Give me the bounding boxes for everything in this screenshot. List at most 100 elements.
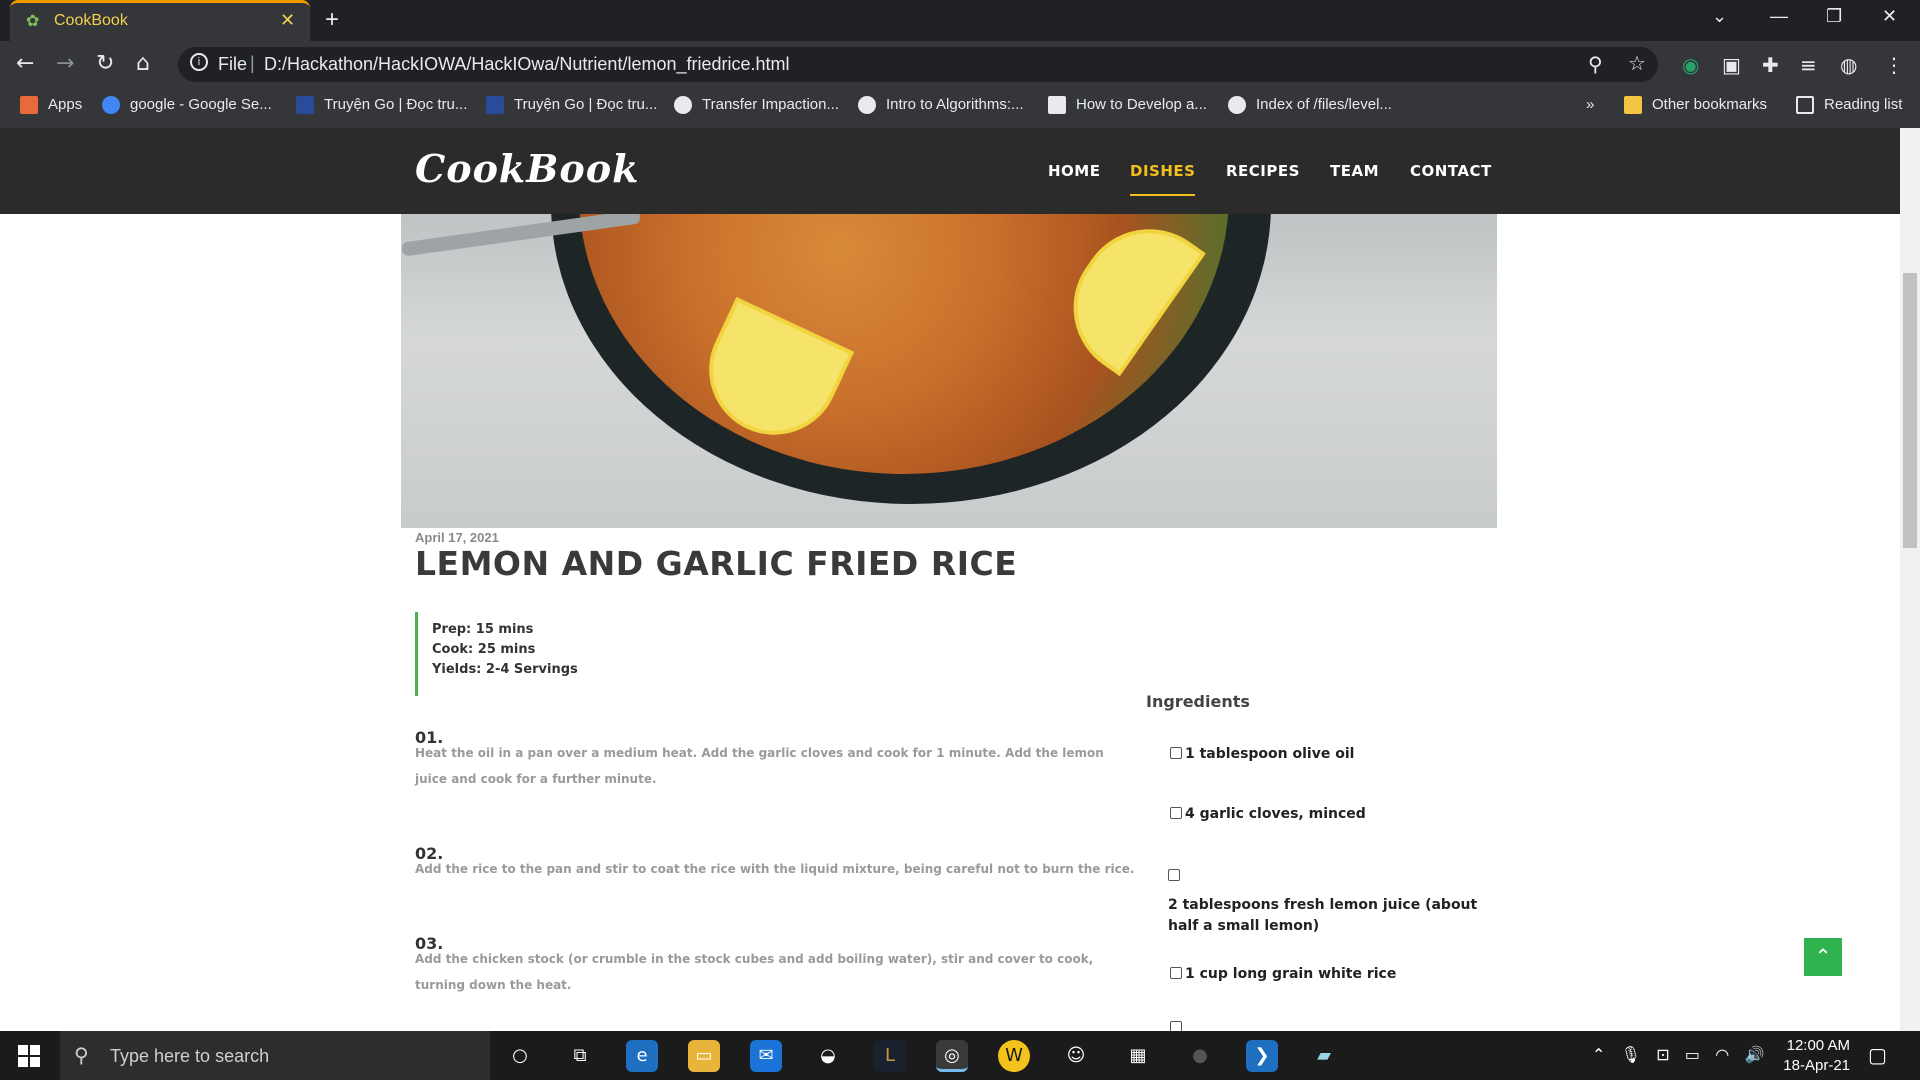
nav-recipes[interactable]: RECIPES [1226, 162, 1300, 180]
bookmarks-overflow-chevron[interactable]: » [1586, 96, 1594, 113]
alienware-icon[interactable]: ◒ [812, 1040, 844, 1072]
profile-avatar-icon[interactable]: ◍ [1840, 53, 1857, 77]
bookmark-truyen-go-2[interactable]: Truyện Go | Đọc tru... [486, 96, 657, 115]
recipe-meta: Prep: 15 mins Cook: 25 mins Yields: 2-4 … [415, 612, 715, 696]
file-explorer-icon[interactable]: ▭ [688, 1040, 720, 1072]
globe-icon [674, 96, 692, 115]
extensions-puzzle-icon[interactable]: ✚ [1762, 53, 1779, 77]
bookmark-other-bookmarks[interactable]: Other bookmarks [1624, 96, 1767, 115]
tab-search-icon[interactable]: ⌄ [1712, 6, 1727, 27]
ingredient-item: 1 cup long grain white rice [1170, 964, 1490, 985]
tab-title: CookBook [54, 12, 128, 29]
ingredients-heading: Ingredients [1146, 692, 1250, 711]
close-tab-icon[interactable]: ✕ [280, 10, 295, 31]
prep-time: Prep: 15 mins [432, 622, 534, 637]
browser-toolbar: ← → ↻ ⌂ i File | D:/Hackathon/HackIOWA/H… [0, 41, 1920, 88]
notification-center-icon[interactable]: ▢ [1868, 1043, 1887, 1067]
browser-tab-strip: ✿ CookBook ✕ + ⌄ — ❐ ✕ [0, 0, 1920, 41]
site-favicon-icon [296, 96, 314, 115]
app-w-icon[interactable]: W [998, 1040, 1030, 1072]
taskbar-clock[interactable]: 12:00 AM 18-Apr-21 [1770, 1036, 1850, 1076]
ingredient-label: 4 garlic cloves, minced [1185, 806, 1366, 822]
minimize-icon[interactable]: — [1770, 6, 1788, 27]
ingredient-label: 1 cup long grain white rice [1185, 966, 1397, 982]
address-bar[interactable]: i File | D:/Hackathon/HackIOWA/HackIOwa/… [178, 47, 1658, 82]
ingredient-checkbox[interactable] [1168, 869, 1180, 881]
system-tray[interactable]: ⌃ 🎙 ⊡ ▭ ◠ 🔊 [1592, 1045, 1764, 1064]
mail-icon[interactable]: ✉ [750, 1040, 782, 1072]
browser-tab[interactable]: ✿ CookBook ✕ [10, 0, 310, 41]
chevron-up-icon: ⌃ [1814, 944, 1832, 968]
forward-icon[interactable]: → [56, 51, 74, 76]
ingredient-item: 2 tablespoons fresh lemon juice (about h… [1168, 866, 1498, 937]
edge-icon[interactable]: e [626, 1040, 658, 1072]
cook-time: Cook: 25 mins [432, 642, 536, 657]
recipe-title: LEMON AND GARLIC FRIED RICE [415, 544, 1018, 583]
restore-icon[interactable]: ❐ [1826, 6, 1842, 27]
site-info-icon[interactable]: i [190, 53, 208, 71]
nav-team[interactable]: TEAM [1330, 162, 1379, 180]
page-scrollbar[interactable] [1900, 128, 1920, 1031]
extension-icon[interactable]: ▣ [1722, 53, 1741, 77]
app-dark-icon[interactable]: ● [1184, 1040, 1216, 1072]
app-notes-icon[interactable]: ▰ [1308, 1040, 1340, 1072]
recipe-hero-image [401, 214, 1497, 528]
windows-start-icon[interactable] [18, 1045, 40, 1067]
step-text: Add the rice to the pan and stir to coat… [415, 862, 1135, 876]
chrome-icon[interactable]: ◎ [936, 1040, 968, 1072]
nav-dishes[interactable]: DISHES [1130, 162, 1196, 196]
vscode-icon[interactable]: ❯ [1246, 1040, 1278, 1072]
address-url[interactable]: D:/Hackathon/HackIOWA/HackIOwa/Nutrient/… [264, 54, 790, 75]
ingredient-checkbox[interactable] [1170, 747, 1182, 759]
nav-home[interactable]: HOME [1048, 162, 1100, 180]
bookmark-google[interactable]: google - Google Se... [102, 96, 272, 115]
taskbar-search[interactable]: ⚲ Type here to search [60, 1031, 490, 1080]
bookmark-apps[interactable]: Apps [20, 96, 82, 115]
league-of-legends-icon[interactable]: L [874, 1040, 906, 1072]
back-icon[interactable]: ← [16, 51, 34, 76]
bookmark-how-to-develop[interactable]: How to Develop a... [1048, 96, 1207, 115]
app-mascot-icon[interactable]: ☺ [1060, 1040, 1092, 1072]
globe-icon [1228, 96, 1246, 115]
ingredient-item [1170, 1018, 1490, 1031]
site-logo[interactable]: CookBook [415, 146, 639, 191]
page-viewport: CookBook HOME DISHES RECIPES TEAM CONTAC… [0, 128, 1900, 1031]
window-close-icon[interactable]: ✕ [1882, 6, 1897, 27]
bookmark-index-files[interactable]: Index of /files/level... [1228, 96, 1392, 115]
cortana-icon[interactable]: ○ [504, 1040, 536, 1072]
taskbar-search-placeholder: Type here to search [110, 1046, 270, 1066]
ingredient-checkbox[interactable] [1170, 967, 1182, 979]
clock-time: 12:00 AM [1786, 1037, 1850, 1054]
address-separator: | [250, 53, 255, 73]
nav-contact[interactable]: CONTACT [1410, 162, 1492, 180]
grammarly-extension-icon[interactable]: ◉ [1682, 53, 1699, 77]
ingredient-label: 1 tablespoon olive oil [1185, 746, 1355, 762]
address-scheme: File [218, 54, 248, 74]
ingredient-checkbox[interactable] [1170, 1021, 1182, 1031]
scroll-to-top-button[interactable]: ⌃ [1804, 938, 1842, 976]
cookbook-favicon-icon: ✿ [26, 13, 40, 30]
scrollbar-thumb[interactable] [1903, 273, 1917, 548]
app-store-icon[interactable]: ▦ [1122, 1040, 1154, 1072]
zoom-icon[interactable]: ⚲ [1588, 52, 1603, 77]
menu-kebab-icon[interactable]: ⋮ [1884, 53, 1904, 77]
bookmarks-bar: Apps google - Google Se... Truyện Go | Đ… [0, 88, 1920, 128]
bookmark-reading-list[interactable]: Reading list [1796, 96, 1902, 115]
bookmark-intro-algorithms[interactable]: Intro to Algorithms:... [858, 96, 1024, 115]
bookmark-truyen-go-1[interactable]: Truyện Go | Đọc tru... [296, 96, 467, 115]
bookmark-star-icon[interactable]: ☆ [1628, 51, 1646, 76]
windows-taskbar: ⚲ Type here to search ○ ⧉ e ▭ ✉ ◒ L ◎ W … [0, 1031, 1920, 1080]
new-tab-icon[interactable]: + [325, 6, 339, 34]
home-icon[interactable]: ⌂ [136, 51, 150, 76]
recipe-date: April 17, 2021 [415, 530, 499, 545]
globe-icon [858, 96, 876, 115]
clock-date: 18-Apr-21 [1783, 1057, 1850, 1074]
reading-queue-icon[interactable]: ≡ [1800, 53, 1817, 77]
reading-list-icon [1796, 96, 1814, 115]
task-view-icon[interactable]: ⧉ [564, 1040, 596, 1072]
reload-icon[interactable]: ↻ [96, 51, 114, 76]
ingredient-checkbox[interactable] [1170, 807, 1182, 819]
bookmark-transfer-impaction[interactable]: Transfer Impaction... [674, 96, 839, 115]
step-text: Add the chicken stock (or crumble in the… [415, 952, 1094, 992]
google-icon [102, 96, 120, 115]
